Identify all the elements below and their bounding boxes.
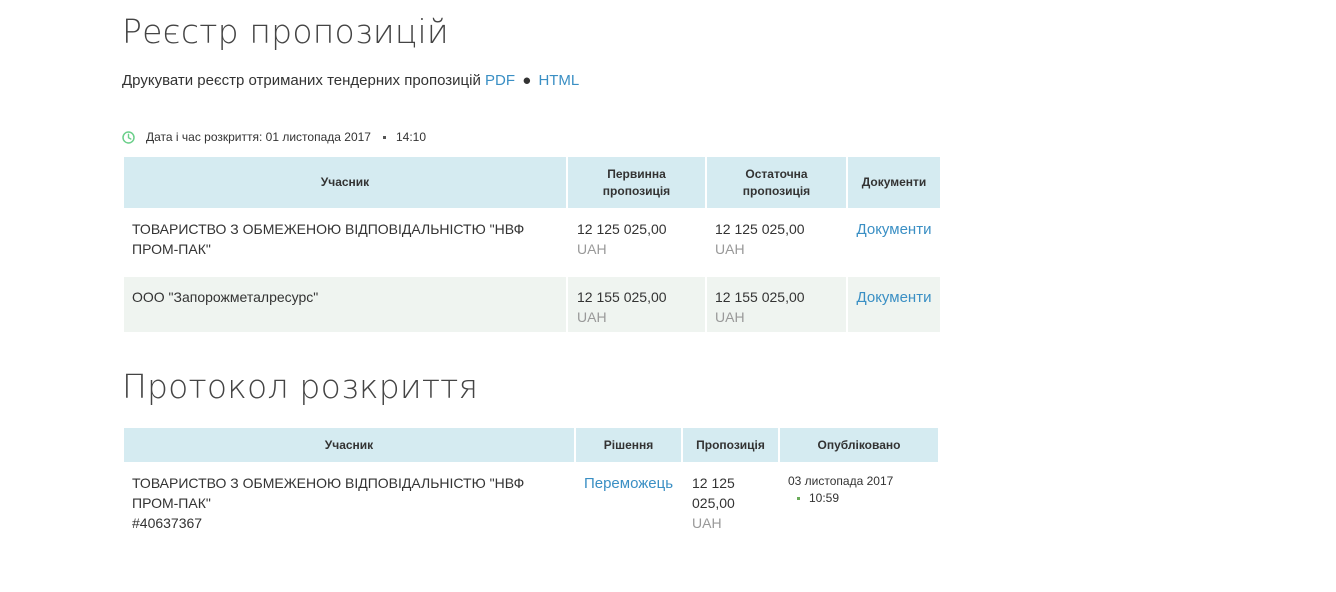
protocol-offer: 12 125 025,00 UAH <box>683 462 778 543</box>
print-registry-line: Друкувати реєстр отриманих тендерних про… <box>122 72 579 89</box>
print-registry-text: Друкувати реєстр отриманих тендерних про… <box>122 72 481 89</box>
registry-participant: ТОВАРИСТВО З ОБМЕЖЕНОЮ ВІДПОВІДАЛЬНІСТЮ … <box>124 208 566 277</box>
published-date: 03 листопада 2017 <box>788 474 894 488</box>
registry-documents-cell: Документи <box>848 208 940 277</box>
protocol-col-decision: Рішення <box>576 428 681 462</box>
registry-initial-offer: 12 155 025,00 UAH <box>568 277 705 332</box>
registry-col-initial: Первинна пропозиція <box>568 157 705 208</box>
registry-documents-cell: Документи <box>848 277 940 332</box>
amount: 12 155 025,00 <box>715 289 805 305</box>
registry-header-row: Учасник Первинна пропозиція Остаточна пр… <box>124 157 940 208</box>
currency: UAH <box>692 515 722 531</box>
page: Реєстр пропозицій Друкувати реєстр отрим… <box>0 0 1336 592</box>
decision-link[interactable]: Переможець <box>584 475 673 492</box>
currency: UAH <box>715 309 745 325</box>
protocol-header-row: Учасник Рішення Пропозиція Опубліковано <box>124 428 938 462</box>
registry-final-offer: 12 125 025,00 UAH <box>707 208 846 277</box>
print-pdf-link[interactable]: PDF <box>485 72 515 89</box>
table-row: ТОВАРИСТВО З ОБМЕЖЕНОЮ ВІДПОВІДАЛЬНІСТЮ … <box>124 462 938 543</box>
published-time-row: 10:59 <box>788 490 938 507</box>
published-dot <box>797 497 800 500</box>
currency: UAH <box>577 241 607 257</box>
clock-icon <box>122 130 135 144</box>
opening-date-label: Дата і час розкриття: 01 листопада 2017 <box>146 130 371 144</box>
opening-time: 14:10 <box>395 130 426 144</box>
protocol-participant: ТОВАРИСТВО З ОБМЕЖЕНОЮ ВІДПОВІДАЛЬНІСТЮ … <box>124 462 574 543</box>
amount: 12 155 025,00 <box>577 289 667 305</box>
documents-link[interactable]: Документи <box>857 221 932 238</box>
published-time: 10:59 <box>809 491 840 505</box>
protocol-col-offer: Пропозиція <box>683 428 778 462</box>
opening-datetime: Дата і час розкриття: 01 листопада 2017 … <box>122 130 426 144</box>
amount: 12 125 025,00 <box>715 221 805 237</box>
protocol-participant-name: ТОВАРИСТВО З ОБМЕЖЕНОЮ ВІДПОВІДАЛЬНІСТЮ … <box>132 475 525 511</box>
registry-col-final: Остаточна пропозиція <box>707 157 846 208</box>
opening-dot <box>382 135 386 139</box>
protocol-title: Протокол розкриття <box>122 367 479 406</box>
protocol-col-participant: Учасник <box>124 428 574 462</box>
protocol-col-published: Опубліковано <box>780 428 938 462</box>
registry-col-initial-label: Первинна пропозиція <box>602 166 671 198</box>
registry-participant: ООО "Запорожметалресурс" <box>124 277 566 332</box>
protocol-decision-cell: Переможець <box>576 462 681 543</box>
table-row: ТОВАРИСТВО З ОБМЕЖЕНОЮ ВІДПОВІДАЛЬНІСТЮ … <box>124 208 940 277</box>
amount: 12 125 025,00 <box>577 221 667 237</box>
currency: UAH <box>715 241 745 257</box>
registry-title: Реєстр пропозицій <box>122 12 449 51</box>
print-separator: ● <box>522 72 532 89</box>
registry-col-documents: Документи <box>848 157 940 208</box>
table-row: ООО "Запорожметалресурс" 12 155 025,00 U… <box>124 277 940 332</box>
currency: UAH <box>577 309 607 325</box>
registry-initial-offer: 12 125 025,00 UAH <box>568 208 705 277</box>
registry-final-offer: 12 155 025,00 UAH <box>707 277 846 332</box>
print-html-link[interactable]: HTML <box>538 72 579 89</box>
protocol-published: 03 листопада 2017 10:59 <box>780 462 938 543</box>
protocol-table: Учасник Рішення Пропозиція Опубліковано … <box>122 428 940 543</box>
amount: 12 125 025,00 <box>692 475 735 511</box>
protocol-participant-id: #40637367 <box>132 515 203 531</box>
documents-link[interactable]: Документи <box>857 289 932 306</box>
registry-col-participant: Учасник <box>124 157 566 208</box>
registry-col-final-label: Остаточна пропозиція <box>742 166 811 198</box>
registry-table: Учасник Первинна пропозиція Остаточна пр… <box>122 157 942 332</box>
